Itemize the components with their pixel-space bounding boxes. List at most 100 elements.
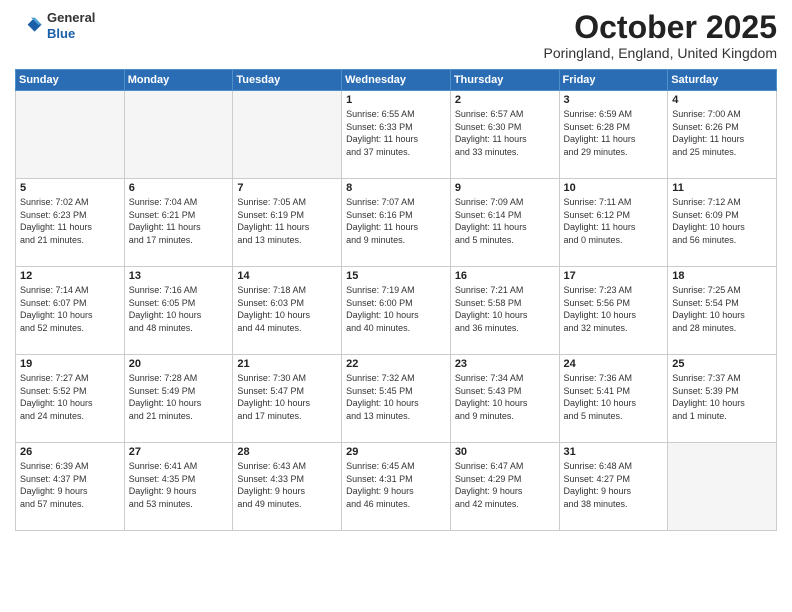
day-info: Sunrise: 6:45 AM Sunset: 4:31 PM Dayligh…: [346, 460, 446, 510]
day-number: 28: [237, 446, 337, 458]
calendar-cell: 9 Sunrise: 7:09 AM Sunset: 6:14 PM Daylig…: [450, 179, 559, 267]
day-number: 17: [564, 270, 664, 282]
day-info: Sunrise: 7:30 AM Sunset: 5:47 PM Dayligh…: [237, 372, 337, 422]
day-info: Sunrise: 7:28 AM Sunset: 5:49 PM Dayligh…: [129, 372, 229, 422]
day-number: 18: [672, 270, 772, 282]
day-info: Sunrise: 7:27 AM Sunset: 5:52 PM Dayligh…: [20, 372, 120, 422]
day-info: Sunrise: 7:12 AM Sunset: 6:09 PM Dayligh…: [672, 196, 772, 246]
day-info: Sunrise: 6:57 AM Sunset: 6:30 PM Dayligh…: [455, 108, 555, 158]
day-info: Sunrise: 6:41 AM Sunset: 4:35 PM Dayligh…: [129, 460, 229, 510]
calendar-cell: 22 Sunrise: 7:32 AM Sunset: 5:45 PM Dayli…: [342, 355, 451, 443]
calendar-cell: 24 Sunrise: 7:36 AM Sunset: 5:41 PM Dayli…: [559, 355, 668, 443]
calendar-cell: [16, 91, 125, 179]
calendar-cell: [668, 443, 777, 531]
logo-general-text: General: [47, 10, 95, 26]
calendar-cell: 3Sunrise: 6:59 AM Sunset: 6:28 PM Daylig…: [559, 91, 668, 179]
day-info: Sunrise: 7:09 AM Sunset: 6:14 PM Dayligh…: [455, 196, 555, 246]
calendar-cell: 8 Sunrise: 7:07 AM Sunset: 6:16 PM Daylig…: [342, 179, 451, 267]
day-number: 13: [129, 270, 229, 282]
day-number: 23: [455, 358, 555, 370]
calendar-cell: 6Sunrise: 7:04 AM Sunset: 6:21 PM Daylig…: [124, 179, 233, 267]
logo-text: General Blue: [47, 10, 95, 41]
logo-icon: [15, 12, 43, 40]
day-info: Sunrise: 7:34 AM Sunset: 5:43 PM Dayligh…: [455, 372, 555, 422]
calendar-cell: 19Sunrise: 7:27 AM Sunset: 5:52 PM Dayli…: [16, 355, 125, 443]
day-info: Sunrise: 7:11 AM Sunset: 6:12 PM Dayligh…: [564, 196, 664, 246]
day-number: 16: [455, 270, 555, 282]
day-info: Sunrise: 6:55 AM Sunset: 6:33 PM Dayligh…: [346, 108, 446, 158]
col-tuesday: Tuesday: [233, 70, 342, 91]
calendar-cell: 15Sunrise: 7:19 AM Sunset: 6:00 PM Dayli…: [342, 267, 451, 355]
calendar-cell: 4 Sunrise: 7:00 AM Sunset: 6:26 PM Daylig…: [668, 91, 777, 179]
day-info: Sunrise: 7:23 AM Sunset: 5:56 PM Dayligh…: [564, 284, 664, 334]
day-number: 11: [672, 182, 772, 194]
day-number: 9: [455, 182, 555, 194]
day-number: 8: [346, 182, 446, 194]
week-row-4: 19Sunrise: 7:27 AM Sunset: 5:52 PM Dayli…: [16, 355, 777, 443]
day-info: Sunrise: 7:19 AM Sunset: 6:00 PM Dayligh…: [346, 284, 446, 334]
calendar-header-row: Sunday Monday Tuesday Wednesday Thursday…: [16, 70, 777, 91]
col-wednesday: Wednesday: [342, 70, 451, 91]
calendar-cell: 11 Sunrise: 7:12 AM Sunset: 6:09 PM Dayli…: [668, 179, 777, 267]
day-number: 29: [346, 446, 446, 458]
day-number: 25: [672, 358, 772, 370]
day-info: Sunrise: 7:14 AM Sunset: 6:07 PM Dayligh…: [20, 284, 120, 334]
day-info: Sunrise: 6:47 AM Sunset: 4:29 PM Dayligh…: [455, 460, 555, 510]
day-info: Sunrise: 6:48 AM Sunset: 4:27 PM Dayligh…: [564, 460, 664, 510]
calendar-cell: 12 Sunrise: 7:14 AM Sunset: 6:07 PM Dayli…: [16, 267, 125, 355]
title-block: October 2025 Poringland, England, United…: [544, 10, 778, 61]
day-info: Sunrise: 7:25 AM Sunset: 5:54 PM Dayligh…: [672, 284, 772, 334]
calendar-cell: 27Sunrise: 6:41 AM Sunset: 4:35 PM Dayli…: [124, 443, 233, 531]
day-number: 5: [20, 182, 120, 194]
day-info: Sunrise: 7:05 AM Sunset: 6:19 PM Dayligh…: [237, 196, 337, 246]
day-number: 4: [672, 94, 772, 106]
calendar-cell: 17 Sunrise: 7:23 AM Sunset: 5:56 PM Dayli…: [559, 267, 668, 355]
calendar-cell: 23 Sunrise: 7:34 AM Sunset: 5:43 PM Dayli…: [450, 355, 559, 443]
calendar-cell: 14Sunrise: 7:18 AM Sunset: 6:03 PM Dayli…: [233, 267, 342, 355]
page: General Blue October 2025 Poringland, En…: [0, 0, 792, 612]
calendar: Sunday Monday Tuesday Wednesday Thursday…: [15, 69, 777, 531]
day-number: 22: [346, 358, 446, 370]
day-info: Sunrise: 7:36 AM Sunset: 5:41 PM Dayligh…: [564, 372, 664, 422]
day-number: 24: [564, 358, 664, 370]
col-saturday: Saturday: [668, 70, 777, 91]
day-number: 30: [455, 446, 555, 458]
day-info: Sunrise: 6:43 AM Sunset: 4:33 PM Dayligh…: [237, 460, 337, 510]
day-number: 3: [564, 94, 664, 106]
week-row-5: 26 Sunrise: 6:39 AM Sunset: 4:37 PM Dayli…: [16, 443, 777, 531]
day-info: Sunrise: 7:16 AM Sunset: 6:05 PM Dayligh…: [129, 284, 229, 334]
calendar-cell: 7Sunrise: 7:05 AM Sunset: 6:19 PM Daylig…: [233, 179, 342, 267]
day-info: Sunrise: 7:00 AM Sunset: 6:26 PM Dayligh…: [672, 108, 772, 158]
day-number: 1: [346, 94, 446, 106]
day-info: Sunrise: 7:32 AM Sunset: 5:45 PM Dayligh…: [346, 372, 446, 422]
day-info: Sunrise: 6:39 AM Sunset: 4:37 PM Dayligh…: [20, 460, 120, 510]
calendar-cell: 18 Sunrise: 7:25 AM Sunset: 5:54 PM Dayli…: [668, 267, 777, 355]
calendar-cell: [124, 91, 233, 179]
calendar-cell: 30 Sunrise: 6:47 AM Sunset: 4:29 PM Dayli…: [450, 443, 559, 531]
day-number: 31: [564, 446, 664, 458]
day-number: 26: [20, 446, 120, 458]
week-row-2: 5 Sunrise: 7:02 AM Sunset: 6:23 PM Daylig…: [16, 179, 777, 267]
day-info: Sunrise: 7:37 AM Sunset: 5:39 PM Dayligh…: [672, 372, 772, 422]
calendar-cell: 13 Sunrise: 7:16 AM Sunset: 6:05 PM Dayli…: [124, 267, 233, 355]
logo: General Blue: [15, 10, 95, 41]
calendar-cell: 31 Sunrise: 6:48 AM Sunset: 4:27 PM Dayli…: [559, 443, 668, 531]
col-thursday: Thursday: [450, 70, 559, 91]
col-monday: Monday: [124, 70, 233, 91]
day-info: Sunrise: 7:07 AM Sunset: 6:16 PM Dayligh…: [346, 196, 446, 246]
day-number: 6: [129, 182, 229, 194]
calendar-cell: 29 Sunrise: 6:45 AM Sunset: 4:31 PM Dayli…: [342, 443, 451, 531]
week-row-1: 1 Sunrise: 6:55 AM Sunset: 6:33 PM Daylig…: [16, 91, 777, 179]
day-number: 2: [455, 94, 555, 106]
day-number: 12: [20, 270, 120, 282]
calendar-cell: 10Sunrise: 7:11 AM Sunset: 6:12 PM Dayli…: [559, 179, 668, 267]
calendar-cell: 26 Sunrise: 6:39 AM Sunset: 4:37 PM Dayli…: [16, 443, 125, 531]
calendar-cell: [233, 91, 342, 179]
month-title: October 2025: [544, 10, 778, 45]
day-info: Sunrise: 7:18 AM Sunset: 6:03 PM Dayligh…: [237, 284, 337, 334]
calendar-cell: 1 Sunrise: 6:55 AM Sunset: 6:33 PM Daylig…: [342, 91, 451, 179]
day-info: Sunrise: 7:02 AM Sunset: 6:23 PM Dayligh…: [20, 196, 120, 246]
calendar-cell: 28 Sunrise: 6:43 AM Sunset: 4:33 PM Dayli…: [233, 443, 342, 531]
day-number: 20: [129, 358, 229, 370]
col-sunday: Sunday: [16, 70, 125, 91]
